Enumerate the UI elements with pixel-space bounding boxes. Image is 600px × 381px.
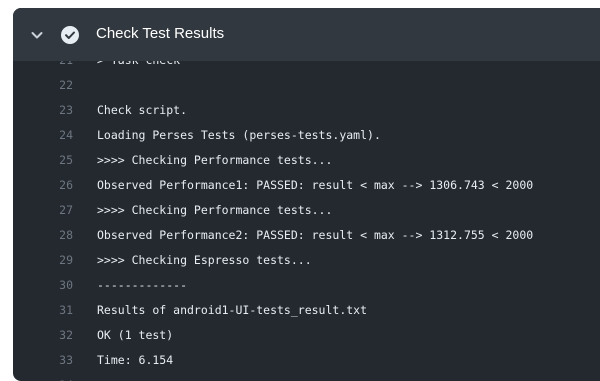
line-number[interactable]: 30 <box>13 278 83 292</box>
line-number[interactable]: 31 <box>13 303 83 317</box>
line-number[interactable]: 25 <box>13 153 83 167</box>
log-line: 25>>>> Checking Performance tests... <box>13 147 332 172</box>
log-line: 26Observed Performance1: PASSED: result … <box>13 172 533 197</box>
line-number[interactable]: 27 <box>13 203 83 217</box>
log-text: Results of android1-UI-tests_result.txt <box>83 303 367 317</box>
log-line: 32OK (1 test) <box>13 322 173 347</box>
chevron-down-icon[interactable] <box>29 27 45 43</box>
line-number[interactable]: 29 <box>13 253 83 267</box>
log-line: 23Check script. <box>13 97 187 122</box>
log-line: 29>>>> Checking Espresso tests... <box>13 247 312 272</box>
line-number[interactable]: 24 <box>13 128 83 142</box>
log-line: 27>>>> Checking Performance tests... <box>13 197 332 222</box>
log-line: 21> Task check <box>13 61 180 72</box>
line-number[interactable]: 33 <box>13 353 83 367</box>
log-text: >>>> Checking Espresso tests... <box>83 253 312 267</box>
job-step-panel: Check Test Results 21> Task check 22 23Che… <box>13 8 600 381</box>
log-line: 33Time: 6.154 <box>13 347 173 372</box>
log-text: >>>> Checking Performance tests... <box>83 153 332 167</box>
log-text: Observed Performance2: PASSED: result < … <box>83 228 533 242</box>
line-number[interactable]: 32 <box>13 328 83 342</box>
log-line: 30------------- <box>13 272 187 297</box>
line-number[interactable]: 34 <box>13 378 83 381</box>
step-title[interactable]: Check Test Results <box>96 24 224 44</box>
log-text: Observed Performance1: PASSED: result < … <box>83 178 533 192</box>
log-text: Time: 6.154 <box>83 353 173 367</box>
log-line: 34------------- <box>13 372 187 381</box>
log-line: 28Observed Performance2: PASSED: result … <box>13 222 533 247</box>
check-circle-icon <box>61 26 79 44</box>
log-line: 22 <box>13 72 97 97</box>
log-text: >>>> Checking Performance tests... <box>83 203 332 217</box>
line-number[interactable]: 21 <box>13 61 83 67</box>
log-text: ------------- <box>83 278 187 292</box>
line-number[interactable]: 23 <box>13 103 83 117</box>
log-text: ------------- <box>83 378 187 381</box>
line-number[interactable]: 26 <box>13 178 83 192</box>
log-text: OK (1 test) <box>83 328 173 342</box>
log-text: Loading Perses Tests (perses-tests.yaml)… <box>83 128 381 142</box>
step-header[interactable]: Check Test Results <box>13 8 600 61</box>
log-line: 31Results of android1-UI-tests_result.tx… <box>13 297 367 322</box>
log-text: Check script. <box>83 103 187 117</box>
line-number[interactable]: 28 <box>13 228 83 242</box>
log-line: 24Loading Perses Tests (perses-tests.yam… <box>13 122 381 147</box>
log-text: > Task check <box>83 61 180 67</box>
line-number[interactable]: 22 <box>13 78 83 92</box>
log-output: 21> Task check2223Check script.24Loading… <box>13 61 600 381</box>
